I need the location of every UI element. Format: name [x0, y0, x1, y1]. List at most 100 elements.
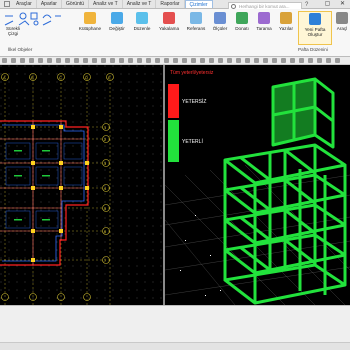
- structural-plan-drawing[interactable]: [0, 65, 163, 305]
- plan-view[interactable]: A B C D E 1 2 3 4 5 6 7: [0, 65, 163, 305]
- toolbar-icon[interactable]: [227, 58, 232, 63]
- snap-label: Yakalama: [158, 26, 180, 31]
- axis-label-7: 7: [104, 258, 107, 263]
- toolbar-icon[interactable]: [155, 58, 160, 63]
- toolbar-icon[interactable]: [119, 58, 124, 63]
- axis-label-3: 3: [104, 161, 107, 166]
- quick-toolbar: [0, 57, 350, 65]
- axis-label-6: 6: [104, 229, 107, 234]
- edit-button[interactable]: Düzenle: [130, 12, 154, 31]
- axis-label-d: D: [85, 75, 88, 80]
- toolbar-icon[interactable]: [245, 58, 250, 63]
- toolbar-icon[interactable]: [128, 58, 133, 63]
- legend-swatch-insufficient: [168, 84, 179, 118]
- toolbar-icon[interactable]: [236, 58, 241, 63]
- rebar-button[interactable]: Donatı: [232, 12, 252, 31]
- axis-label-e: E: [108, 75, 111, 80]
- snap-button[interactable]: Yakalama: [156, 12, 182, 31]
- hatch-label: Tarama: [256, 26, 272, 31]
- help-icon[interactable]: ?: [305, 2, 308, 8]
- toolbar-icon[interactable]: [272, 58, 277, 63]
- legend-label-insufficient: YETERSİZ: [182, 99, 207, 105]
- hatch-button[interactable]: Tarama: [253, 12, 275, 31]
- toolbar-icon[interactable]: [218, 58, 223, 63]
- toolbar-icon[interactable]: [326, 58, 331, 63]
- toolbar-icon[interactable]: [65, 58, 70, 63]
- new-sheet-label: Yeni Pafta Oluştur: [304, 27, 326, 37]
- tab-araclar[interactable]: Araçlar: [12, 0, 37, 8]
- snap-icon: [163, 12, 175, 24]
- toolbar-icon[interactable]: [56, 58, 61, 63]
- ribbon: Sürekli Çizgi Kütüphane Değiştir Düzenle…: [0, 9, 350, 57]
- continuous-line-label: Sürekli Çizgi: [5, 26, 21, 36]
- dimensions-label: Ölçüler: [212, 26, 228, 31]
- axis-label-2: 2: [104, 137, 107, 142]
- status-bar: [0, 342, 350, 350]
- toolbar-icon[interactable]: [308, 58, 313, 63]
- toolbar-icon[interactable]: [281, 58, 286, 63]
- continuous-line-button[interactable]: Sürekli Çizgi: [4, 26, 22, 36]
- toolbar-icon[interactable]: [101, 58, 106, 63]
- hatch-icon: [258, 12, 270, 24]
- app-window: Araçlar Aparlar Görüntü Analiz ve T Anal…: [0, 0, 350, 350]
- toolbar-icon[interactable]: [110, 58, 115, 63]
- texts-button[interactable]: Yazılar: [276, 12, 296, 31]
- toolbar-icon[interactable]: [29, 58, 34, 63]
- new-sheet-icon: [309, 13, 321, 25]
- axis-label-5: 5: [104, 206, 107, 211]
- toolbar-icon[interactable]: [173, 58, 178, 63]
- tools-label: Araçl: [336, 26, 348, 31]
- group-label-primitives: İlkel Objeler: [8, 47, 33, 52]
- axis-label-b: B: [31, 75, 34, 80]
- axis-label-4: 4: [104, 186, 107, 191]
- tools-icon: [336, 12, 348, 24]
- toolbar-icon[interactable]: [47, 58, 52, 63]
- toolbar-icon[interactable]: [83, 58, 88, 63]
- toolbar-icon[interactable]: [209, 58, 214, 63]
- toolbar-icon[interactable]: [92, 58, 97, 63]
- toolbar-icon[interactable]: [191, 58, 196, 63]
- dimensions-icon: [214, 12, 226, 24]
- new-sheet-button[interactable]: Yeni Pafta Oluştur: [298, 11, 332, 45]
- tab-aparlar[interactable]: Aparlar: [37, 0, 62, 8]
- tools-button[interactable]: Araçl: [334, 12, 350, 31]
- maximize-button[interactable]: ▢: [322, 1, 333, 8]
- tab-analiz-1[interactable]: Analiz ve T: [89, 0, 123, 8]
- toolbar-icon[interactable]: [74, 58, 79, 63]
- toolbar-icon[interactable]: [2, 58, 7, 63]
- app-menu-icon[interactable]: [4, 1, 10, 7]
- modify-label: Değiştir: [109, 26, 125, 31]
- texts-icon: [280, 12, 292, 24]
- toolbar-icon[interactable]: [335, 58, 340, 63]
- toolbar-icon[interactable]: [11, 58, 16, 63]
- modify-button[interactable]: Değiştir: [106, 12, 128, 31]
- toolbar-icon[interactable]: [200, 58, 205, 63]
- tab-raporlar[interactable]: Raporlar: [156, 0, 185, 8]
- toolbar-icon[interactable]: [290, 58, 295, 63]
- close-button[interactable]: ✕: [337, 1, 348, 8]
- edit-label: Düzenle: [133, 26, 151, 31]
- group-label-sheet-layout: Pafta Düzenini: [298, 47, 328, 52]
- toolbar-icon[interactable]: [164, 58, 169, 63]
- toolbar-icon[interactable]: [38, 58, 43, 63]
- legend-label-sufficient: YETERLİ: [182, 139, 203, 145]
- toolbar-icon[interactable]: [317, 58, 322, 63]
- tab-cizimler[interactable]: Çizimler: [184, 0, 213, 8]
- library-button[interactable]: Kütüphane: [75, 12, 105, 31]
- toolbar-icon[interactable]: [299, 58, 304, 63]
- axis-label-a: A: [3, 75, 6, 80]
- rebar-label: Donatı: [235, 26, 249, 31]
- toolbar-icon[interactable]: [254, 58, 259, 63]
- reference-button[interactable]: Referans: [184, 12, 208, 31]
- toolbar-icon[interactable]: [146, 58, 151, 63]
- tab-goruntu[interactable]: Görüntü: [62, 0, 90, 8]
- toolbar-icon[interactable]: [182, 58, 187, 63]
- axis-label-c: C: [59, 75, 62, 80]
- command-area[interactable]: [0, 305, 350, 350]
- dimensions-button[interactable]: Ölçüler: [210, 12, 230, 31]
- toolbar-icon[interactable]: [20, 58, 25, 63]
- toolbar-icon[interactable]: [137, 58, 142, 63]
- result-view-title: Tüm yeterli/yetersiz: [170, 70, 214, 76]
- tab-analiz-2[interactable]: Analiz ve T: [123, 0, 157, 8]
- toolbar-icon[interactable]: [263, 58, 268, 63]
